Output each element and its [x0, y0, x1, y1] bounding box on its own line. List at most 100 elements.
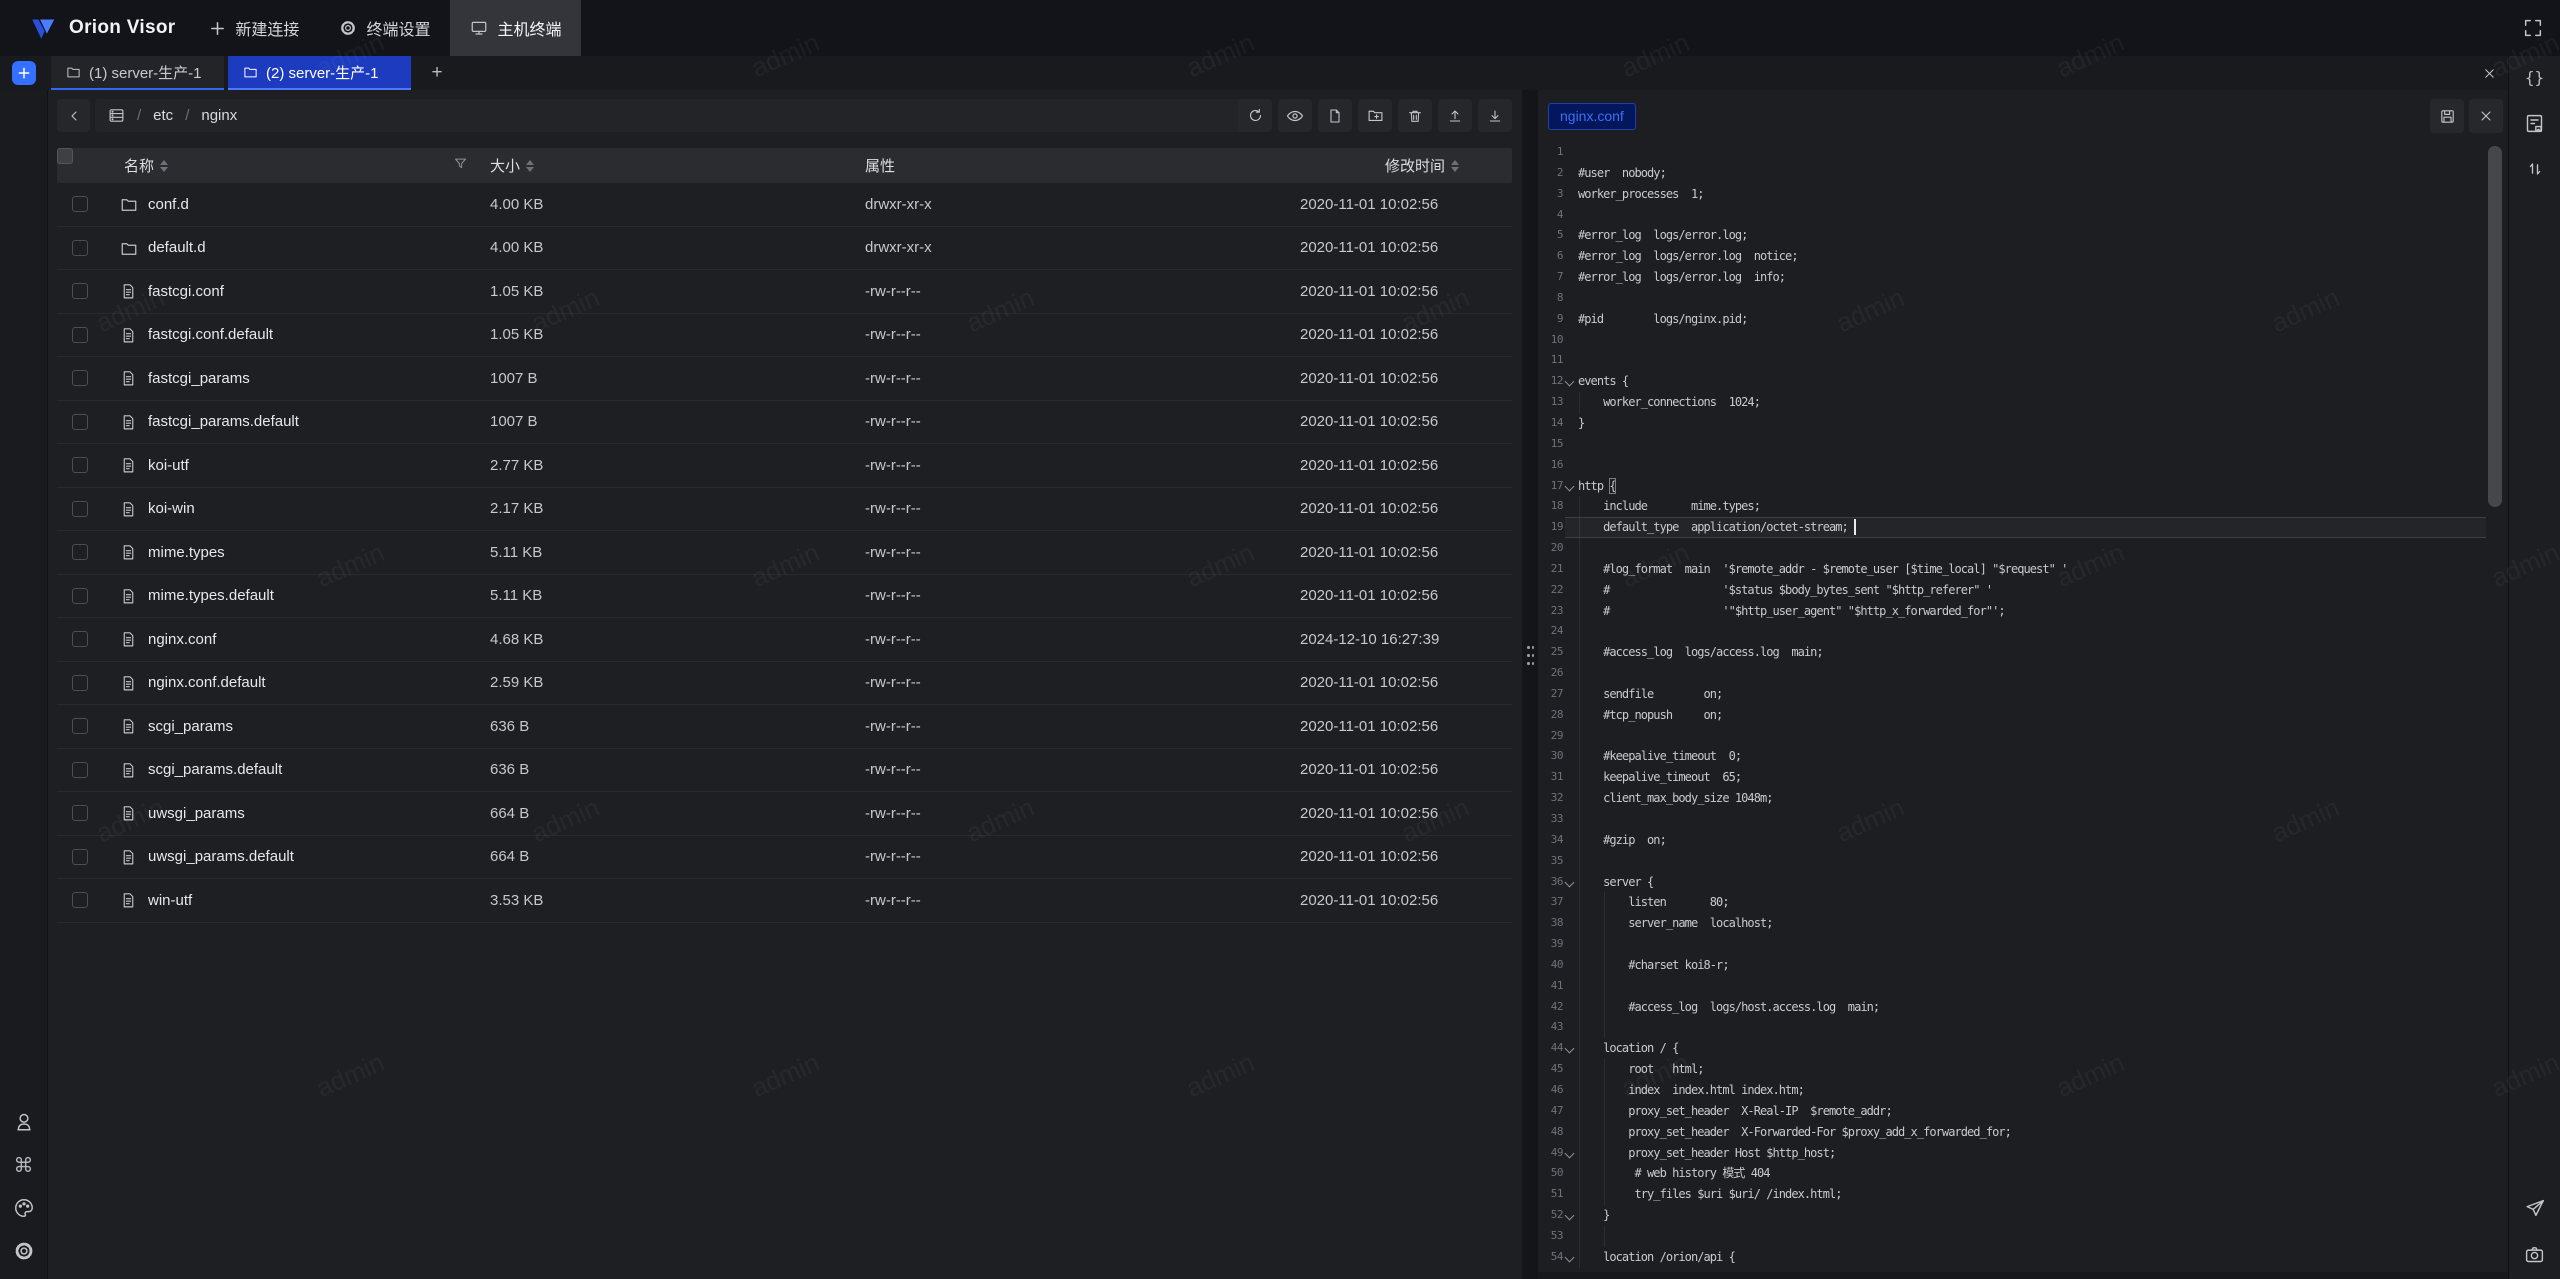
code-line[interactable]: 47 proxy_set_header X-Real-IP $remote_ad…	[1538, 1101, 2508, 1122]
editor-scrollbar-thumb[interactable]	[2488, 146, 2502, 507]
select-all-checkbox[interactable]	[57, 148, 73, 164]
code-line[interactable]: 40 #charset koi8-r;	[1538, 955, 2508, 976]
add-tab-button[interactable]: +	[424, 60, 450, 86]
close-editor-button[interactable]	[2469, 99, 2503, 133]
code-line[interactable]: 18 include mime.types;	[1538, 496, 2508, 517]
table-row[interactable]: koi-utf 2.77 KB -rw-r--r-- 2020-11-01 10…	[57, 444, 1512, 488]
save-button[interactable]	[2430, 99, 2464, 133]
table-row[interactable]: scgi_params 636 B -rw-r--r-- 2020-11-01 …	[57, 705, 1512, 749]
code-line[interactable]: 51 try_files $uri $uri/ /index.html;	[1538, 1184, 2508, 1205]
code-line[interactable]: 15	[1538, 434, 2508, 455]
fold-chevron-icon[interactable]	[1565, 1148, 1575, 1158]
code-line[interactable]: 22 # '$status $body_bytes_sent "$http_re…	[1538, 580, 2508, 601]
table-row[interactable]: koi-win 2.17 KB -rw-r--r-- 2020-11-01 10…	[57, 488, 1512, 532]
code-line[interactable]: 2#user nobody;	[1538, 163, 2508, 184]
table-row[interactable]: conf.d 4.00 KB drwxr-xr-x 2020-11-01 10:…	[57, 183, 1512, 227]
row-checkbox[interactable]	[72, 457, 88, 473]
code-line[interactable]: 49 proxy_set_header Host $http_host;	[1538, 1143, 2508, 1164]
code-line[interactable]: 20	[1538, 538, 2508, 559]
code-line[interactable]: 30 #keepalive_timeout 0;	[1538, 746, 2508, 767]
code-line[interactable]: 31 keepalive_timeout 65;	[1538, 767, 2508, 788]
filter-button[interactable]	[453, 156, 468, 171]
breadcrumb-segment-nginx[interactable]: nginx	[201, 107, 237, 124]
fold-chevron-icon[interactable]	[1565, 481, 1575, 491]
table-row[interactable]: uwsgi_params.default 664 B -rw-r--r-- 20…	[57, 836, 1512, 880]
table-row[interactable]: nginx.conf.default 2.59 KB -rw-r--r-- 20…	[57, 662, 1512, 706]
code-line[interactable]: 6#error_log logs/error.log notice;	[1538, 246, 2508, 267]
table-row[interactable]: fastcgi.conf 1.05 KB -rw-r--r-- 2020-11-…	[57, 270, 1512, 314]
code-line[interactable]: 41	[1538, 976, 2508, 997]
user-button[interactable]	[12, 1110, 36, 1134]
code-line[interactable]: 28 #tcp_nopush on;	[1538, 705, 2508, 726]
code-line[interactable]: 13 worker_connections 1024;	[1538, 392, 2508, 413]
code-line[interactable]: 37 listen 80;	[1538, 892, 2508, 913]
back-button[interactable]	[57, 99, 90, 132]
open-file-tag[interactable]: nginx.conf	[1548, 103, 1636, 130]
column-header-name[interactable]: 名称	[124, 148, 168, 183]
row-checkbox[interactable]	[72, 892, 88, 908]
table-row[interactable]: fastcgi_params 1007 B -rw-r--r-- 2020-11…	[57, 357, 1512, 401]
code-line[interactable]: 23 # '"$http_user_agent" "$http_x_forwar…	[1538, 601, 2508, 622]
code-line[interactable]: 43	[1538, 1017, 2508, 1038]
row-checkbox[interactable]	[72, 327, 88, 343]
row-checkbox[interactable]	[72, 501, 88, 517]
code-line[interactable]: 24	[1538, 621, 2508, 642]
app-logo[interactable]: Orion Visor	[30, 15, 175, 42]
fold-chevron-icon[interactable]	[1565, 877, 1575, 887]
delete-button[interactable]	[1398, 99, 1432, 132]
code-line[interactable]: 46 index index.html index.htm;	[1538, 1080, 2508, 1101]
row-checkbox[interactable]	[72, 588, 88, 604]
resize-handle[interactable]	[1527, 646, 1534, 668]
table-row[interactable]: default.d 4.00 KB drwxr-xr-x 2020-11-01 …	[57, 227, 1512, 271]
menu-host-terminal[interactable]: 主机终端	[450, 0, 581, 56]
code-line[interactable]: 21 #log_format main '$remote_addr - $rem…	[1538, 559, 2508, 580]
table-row[interactable]: mime.types 5.11 KB -rw-r--r-- 2020-11-01…	[57, 531, 1512, 575]
download-button[interactable]	[1478, 99, 1512, 132]
code-line[interactable]: 50 # web history 模式 404	[1538, 1163, 2508, 1184]
table-row[interactable]: fastcgi_params.default 1007 B -rw-r--r--…	[57, 401, 1512, 445]
code-line[interactable]: 26	[1538, 663, 2508, 684]
new-file-button[interactable]	[1318, 99, 1352, 132]
table-row[interactable]: mime.types.default 5.11 KB -rw-r--r-- 20…	[57, 575, 1512, 619]
table-row[interactable]: nginx.conf 4.68 KB -rw-r--r-- 2024-12-10…	[57, 618, 1512, 662]
transfer-button[interactable]	[2522, 156, 2548, 182]
table-row[interactable]: uwsgi_params 664 B -rw-r--r-- 2020-11-01…	[57, 792, 1512, 836]
code-editor[interactable]: 12#user nobody;3worker_processes 1;45#er…	[1538, 142, 2508, 1272]
code-line[interactable]: 36 server {	[1538, 872, 2508, 893]
row-checkbox[interactable]	[72, 544, 88, 560]
row-checkbox[interactable]	[72, 675, 88, 691]
table-row[interactable]: fastcgi.conf.default 1.05 KB -rw-r--r-- …	[57, 314, 1512, 358]
command-bookmark-button[interactable]	[2522, 110, 2548, 136]
code-line[interactable]: 10	[1538, 330, 2508, 351]
show-hidden-button[interactable]	[1278, 99, 1312, 132]
code-line[interactable]: 29	[1538, 726, 2508, 747]
code-line[interactable]: 42 #access_log logs/host.access.log main…	[1538, 997, 2508, 1018]
code-line[interactable]: 14}	[1538, 413, 2508, 434]
code-line[interactable]: 54 location /orion/api {	[1538, 1247, 2508, 1268]
row-checkbox[interactable]	[72, 370, 88, 386]
code-line[interactable]: 12events {	[1538, 371, 2508, 392]
fold-chevron-icon[interactable]	[1565, 1252, 1575, 1262]
code-line[interactable]: 19 default_type application/octet-stream…	[1538, 517, 2508, 538]
fold-chevron-icon[interactable]	[1565, 377, 1575, 387]
refresh-button[interactable]	[1238, 99, 1272, 132]
row-checkbox[interactable]	[72, 414, 88, 430]
upload-button[interactable]	[1438, 99, 1472, 132]
menu-terminal-settings[interactable]: 终端设置	[319, 0, 450, 56]
code-line[interactable]: 48 proxy_set_header X-Forwarded-For $pro…	[1538, 1122, 2508, 1143]
code-line[interactable]: 1	[1538, 142, 2508, 163]
screenshot-button[interactable]	[2522, 1241, 2548, 1267]
row-checkbox[interactable]	[72, 196, 88, 212]
code-line[interactable]: 25 #access_log logs/access.log main;	[1538, 642, 2508, 663]
code-line[interactable]: 5#error_log logs/error.log;	[1538, 225, 2508, 246]
code-line[interactable]: 9#pid logs/nginx.pid;	[1538, 309, 2508, 330]
fullscreen-button[interactable]	[2522, 17, 2544, 39]
code-line[interactable]: 17http {	[1538, 476, 2508, 497]
snippets-button[interactable]: {}	[2522, 64, 2548, 90]
row-checkbox[interactable]	[72, 718, 88, 734]
code-line[interactable]: 33	[1538, 809, 2508, 830]
panel-close-button[interactable]	[2477, 61, 2501, 85]
code-line[interactable]: 3worker_processes 1;	[1538, 184, 2508, 205]
table-row[interactable]: win-utf 3.53 KB -rw-r--r-- 2020-11-01 10…	[57, 879, 1512, 923]
column-header-mtime[interactable]: 修改时间	[1385, 148, 1459, 183]
